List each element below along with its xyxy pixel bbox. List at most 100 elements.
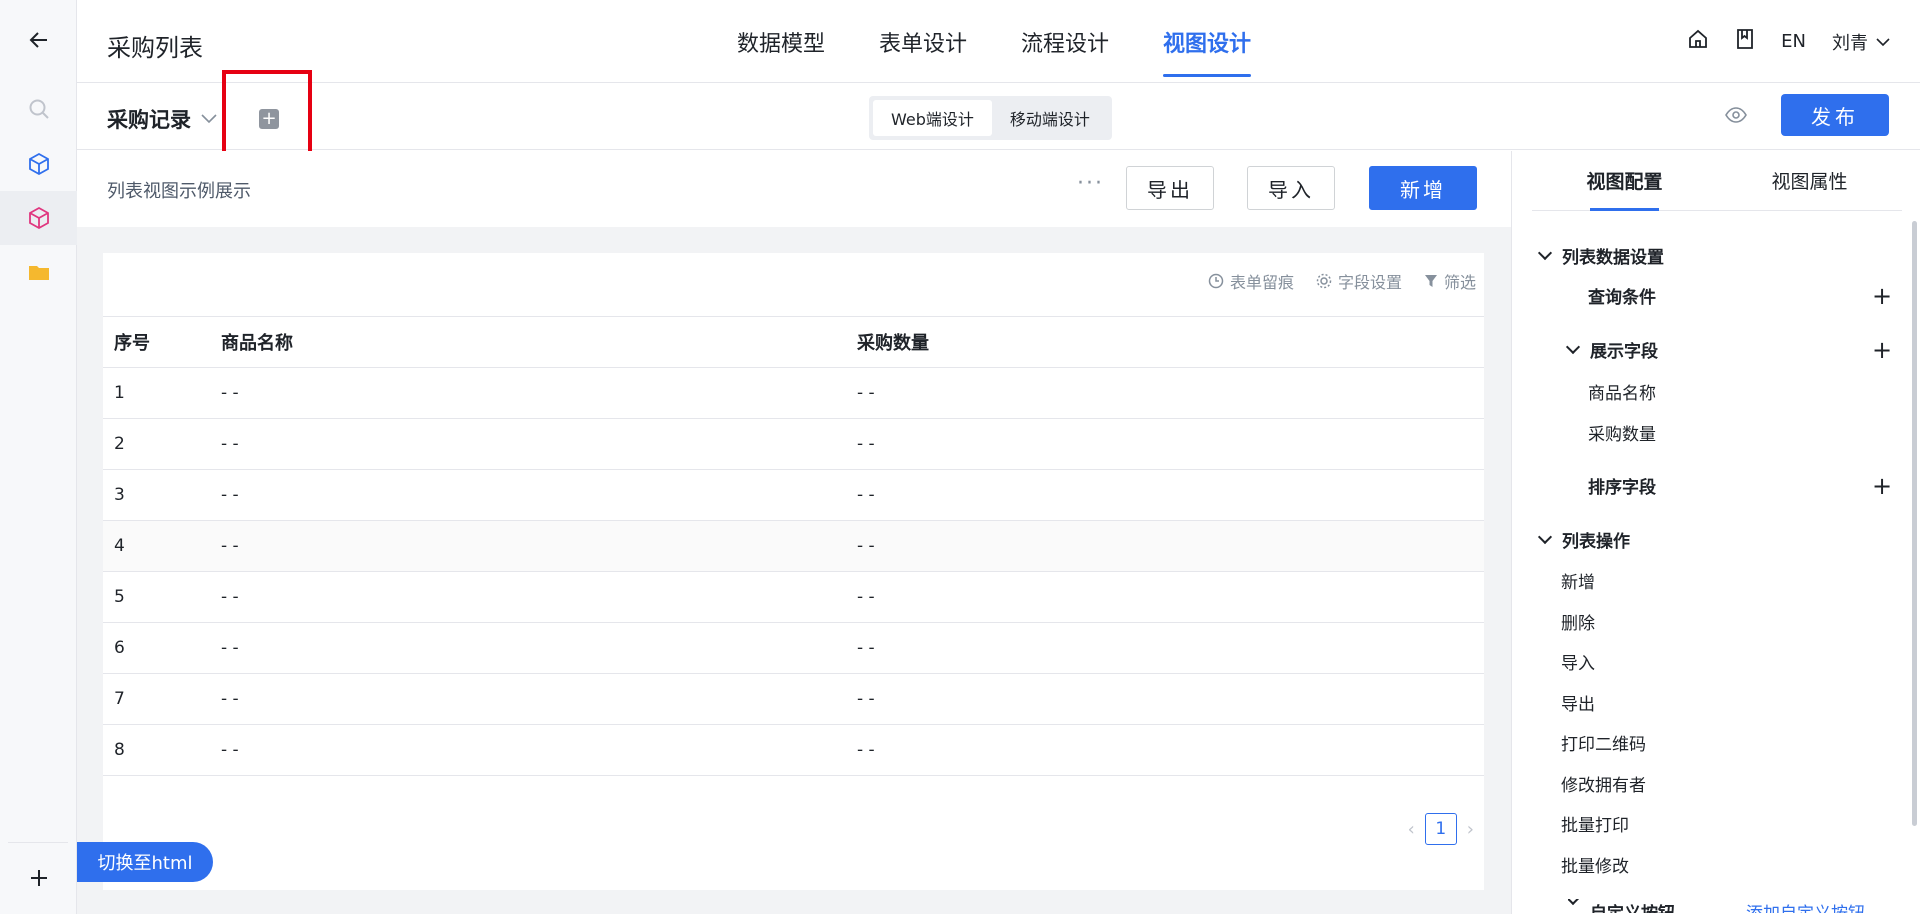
page-current[interactable]: 1 xyxy=(1424,813,1457,845)
panel-scrollbar[interactable] xyxy=(1912,221,1917,826)
tab-view-config[interactable]: 视图配置 xyxy=(1532,151,1717,211)
folder-icon[interactable] xyxy=(0,245,77,299)
col-quantity[interactable]: 采购数量 xyxy=(857,317,929,367)
cell-product-name: - - xyxy=(221,536,239,556)
op-item[interactable]: 打印二维码 xyxy=(1561,730,1646,755)
plus-icon[interactable] xyxy=(0,851,77,905)
add-button[interactable]: 新增 xyxy=(1369,166,1477,210)
export-button[interactable]: 导出 xyxy=(1126,166,1214,210)
table-row[interactable]: 3 - - - - xyxy=(103,470,1484,521)
op-item[interactable]: 导入 xyxy=(1561,649,1595,674)
cell-index: 6 xyxy=(114,638,125,658)
user-menu[interactable]: 刘青 xyxy=(1832,29,1890,55)
display-field-item[interactable]: 商品名称 xyxy=(1588,379,1656,404)
cell-product-name: - - xyxy=(221,587,239,607)
back-arrow-icon[interactable] xyxy=(0,13,77,67)
user-name: 刘青 xyxy=(1832,32,1868,54)
tab-data-model[interactable]: 数据模型 xyxy=(737,0,825,83)
table-row[interactable]: 8 - - - - xyxy=(103,725,1484,776)
chevron-down-icon xyxy=(201,114,217,124)
cell-index: 1 xyxy=(114,383,125,403)
add-query-icon[interactable]: + xyxy=(1872,282,1892,310)
filter-label: 筛选 xyxy=(1443,273,1476,292)
table-row[interactable]: 6 - - - - xyxy=(103,623,1484,674)
add-display-icon[interactable]: + xyxy=(1872,336,1892,364)
filter-icon xyxy=(1424,275,1437,287)
segment-mobile[interactable]: 移动端设计 xyxy=(992,100,1108,136)
section-list-data[interactable]: 列表数据设置 xyxy=(1537,243,1664,268)
preview-eye-icon[interactable] xyxy=(1724,103,1748,131)
sort-fields[interactable]: 排序字段 + xyxy=(1588,472,1918,500)
display-fields[interactable]: 展示字段 + xyxy=(1565,336,1918,364)
add-custom-button-link[interactable]: 添加自定义按钮 xyxy=(1746,899,1865,913)
cube-pink-icon[interactable] xyxy=(0,191,77,245)
history-tool[interactable]: 表单留痕 xyxy=(1208,269,1294,293)
add-sort-icon[interactable]: + xyxy=(1872,472,1892,500)
switch-html-button[interactable]: 切换至html xyxy=(77,842,213,882)
import-button[interactable]: 导入 xyxy=(1247,166,1335,210)
display-field-item[interactable]: 采购数量 xyxy=(1588,420,1656,445)
view-selector[interactable]: 采购记录 xyxy=(107,104,217,134)
cell-quantity: - - xyxy=(857,740,875,760)
filter-tool[interactable]: 筛选 xyxy=(1424,269,1476,293)
cell-quantity: - - xyxy=(857,689,875,709)
op-item[interactable]: 删除 xyxy=(1561,609,1595,634)
tab-flow-design[interactable]: 流程设计 xyxy=(1021,0,1109,83)
op-item[interactable]: 批量打印 xyxy=(1561,811,1629,836)
rail-divider xyxy=(8,842,68,843)
highlight-box xyxy=(222,70,312,156)
segment-web[interactable]: Web端设计 xyxy=(873,100,992,136)
table-tools: 表单留痕 字段设置 筛选 xyxy=(1208,269,1476,293)
table-row[interactable]: 7 - - - - xyxy=(103,674,1484,725)
cell-index: 5 xyxy=(114,587,125,607)
more-icon[interactable]: ··· xyxy=(1077,171,1104,196)
design-canvas: 列表视图示例展示 ··· 导出 导入 新增 表单留痕 字段设置 筛选 序号 商品… xyxy=(77,151,1511,914)
view-name: 采购记录 xyxy=(107,108,191,132)
platform-segment: Web端设计 移动端设计 xyxy=(869,96,1112,140)
cell-product-name: - - xyxy=(221,434,239,454)
chevron-down-icon xyxy=(1537,529,1553,544)
table-row[interactable]: 2 - - - - xyxy=(103,419,1484,470)
tab-view-design[interactable]: 视图设计 xyxy=(1163,0,1252,83)
op-item[interactable]: 新增 xyxy=(1561,568,1595,593)
prev-page-icon[interactable]: ‹ xyxy=(1408,819,1415,840)
config-panel: 视图配置 视图属性 列表数据设置 查询条件 + 展示字段 + 商品名称 采购数量 排… xyxy=(1511,151,1920,914)
col-product-name[interactable]: 商品名称 xyxy=(221,317,293,367)
next-page-icon[interactable]: › xyxy=(1467,819,1474,840)
cell-index: 3 xyxy=(114,485,125,505)
pagination: ‹ 1 › xyxy=(1408,813,1474,845)
table-row[interactable]: 4 - - - - xyxy=(103,521,1484,572)
chevron-down-icon xyxy=(1876,37,1890,46)
language-switch[interactable]: EN xyxy=(1781,31,1806,52)
publish-button[interactable]: 发布 xyxy=(1781,94,1889,136)
chevron-down-icon xyxy=(1565,339,1581,354)
op-item[interactable]: 修改拥有者 xyxy=(1561,771,1646,796)
cube-blue-icon[interactable] xyxy=(0,137,77,191)
cell-product-name: - - xyxy=(221,740,239,760)
canvas-header: 列表视图示例展示 ··· 导出 导入 新增 xyxy=(77,151,1511,227)
cell-quantity: - - xyxy=(857,536,875,556)
col-index[interactable]: 序号 xyxy=(114,317,150,367)
table-row[interactable]: 1 - - - - xyxy=(103,368,1484,419)
main-nav: 数据模型 表单设计 流程设计 视图设计 xyxy=(737,0,1305,83)
custom-buttons[interactable]: 自定义按钮 xyxy=(1568,899,1675,913)
cell-quantity: - - xyxy=(857,587,875,607)
field-settings-label: 字段设置 xyxy=(1337,273,1402,292)
section-list-ops[interactable]: 列表操作 xyxy=(1537,527,1630,552)
canvas-title: 列表视图示例展示 xyxy=(107,181,251,202)
cell-index: 4 xyxy=(114,536,125,556)
book-icon[interactable] xyxy=(1735,28,1755,55)
tab-form-design[interactable]: 表单设计 xyxy=(879,0,967,83)
home-icon[interactable] xyxy=(1687,28,1709,55)
op-item[interactable]: 导出 xyxy=(1561,690,1595,715)
sub-header: 采购记录 + Web端设计 移动端设计 发布 xyxy=(77,70,1920,156)
cell-index: 2 xyxy=(114,434,125,454)
field-settings-tool[interactable]: 字段设置 xyxy=(1316,269,1402,293)
query-conditions[interactable]: 查询条件 + xyxy=(1588,282,1918,310)
table-row[interactable]: 5 - - - - xyxy=(103,572,1484,623)
cell-quantity: - - xyxy=(857,383,875,403)
cell-product-name: - - xyxy=(221,638,239,658)
op-item[interactable]: 批量修改 xyxy=(1561,852,1629,877)
tab-view-properties[interactable]: 视图属性 xyxy=(1717,151,1902,210)
search-icon[interactable] xyxy=(0,82,77,136)
